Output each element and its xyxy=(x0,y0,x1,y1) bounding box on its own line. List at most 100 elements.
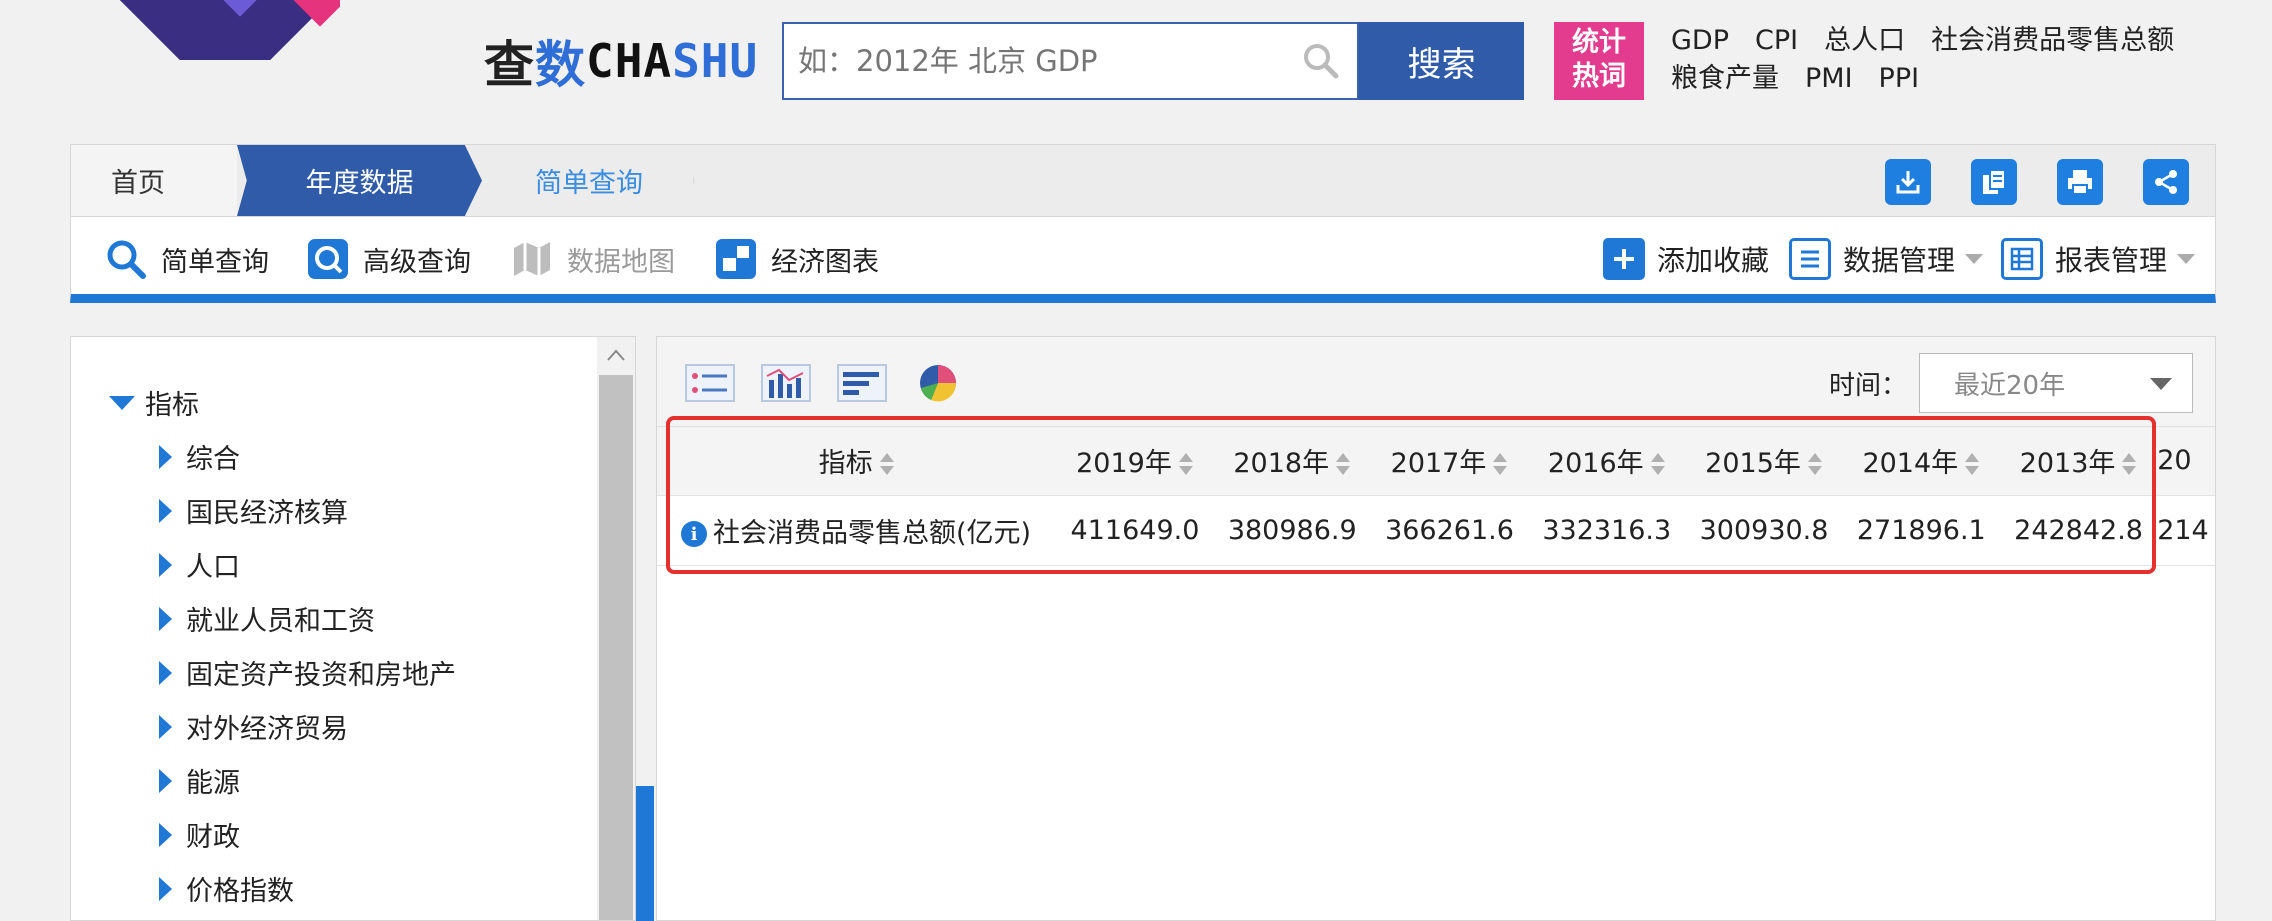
column-header-year-partial[interactable]: 20 xyxy=(2157,427,2215,496)
scroll-up-icon[interactable] xyxy=(597,337,635,373)
hot-link-cpi[interactable]: CPI xyxy=(1755,22,1798,60)
pie-chart-view-icon[interactable] xyxy=(913,363,963,403)
search-input[interactable] xyxy=(784,24,1285,98)
share-icon[interactable] xyxy=(2143,159,2189,205)
data-table: 指标 2019年 2018年 2017年 2016年 2015年 2014年 2… xyxy=(657,427,2215,566)
table-cell: 300930.8 xyxy=(1685,495,1843,566)
chart-grid-icon xyxy=(715,238,757,280)
breadcrumb-home[interactable]: 首页 xyxy=(71,145,237,216)
table-icon xyxy=(2001,238,2043,280)
tree-scrollbar-thumb[interactable] xyxy=(599,375,633,920)
nav-economic-chart[interactable]: 经济图表 xyxy=(715,235,879,283)
info-icon[interactable]: i xyxy=(681,521,707,547)
time-filter-label: 时间： xyxy=(1829,371,1908,401)
breadcrumb-simple-query[interactable]: 简单查询 xyxy=(485,145,695,216)
chevron-down-icon xyxy=(2177,254,2196,264)
hot-link-grain-output[interactable]: 粮食产量 xyxy=(1671,60,1779,98)
logo xyxy=(120,0,340,60)
sort-icon[interactable] xyxy=(1335,452,1351,478)
column-header-year[interactable]: 2016年 xyxy=(1528,427,1686,496)
breadcrumb-year-data[interactable]: 年度数据 xyxy=(237,145,482,216)
print-icon[interactable] xyxy=(2057,159,2103,205)
column-header-year[interactable]: 2013年 xyxy=(1999,427,2158,496)
data-panel: 时间： 最近20年 指标 2019年 2018年 2017年 2016年 201… xyxy=(656,336,2216,921)
column-header-year[interactable]: 2018年 xyxy=(1213,427,1371,496)
download-icon[interactable] xyxy=(1885,159,1931,205)
tree-item-fixed-assets[interactable]: 固定资产投资和房地产 xyxy=(159,653,456,692)
nav-data-map[interactable]: 数据地图 xyxy=(511,235,675,283)
tree-item-price-index[interactable]: 价格指数 xyxy=(159,869,294,908)
tree-root-indicators[interactable]: 指标 xyxy=(109,383,199,422)
tree-item-population[interactable]: 人口 xyxy=(159,545,240,584)
tree-item-foreign-trade[interactable]: 对外经济贸易 xyxy=(159,707,348,746)
chevron-down-icon xyxy=(2150,378,2172,390)
sort-icon[interactable] xyxy=(1178,452,1194,478)
copy-icon[interactable] xyxy=(1971,159,2017,205)
hot-link-population[interactable]: 总人口 xyxy=(1824,22,1905,60)
sort-icon[interactable] xyxy=(1650,452,1666,478)
search-button[interactable]: 搜索 xyxy=(1359,22,1524,100)
sort-icon[interactable] xyxy=(2121,452,2137,478)
column-header-year[interactable]: 2017年 xyxy=(1370,427,1529,496)
column-header-year[interactable]: 2019年 xyxy=(1056,427,1214,496)
table-row: i 社会消费品零售总额(亿元) 411649.0 380986.9 366261.… xyxy=(657,495,2215,566)
sort-icon[interactable] xyxy=(1492,452,1508,478)
hot-link-ppi[interactable]: PPI xyxy=(1879,60,1920,98)
collapsed-triangle-icon xyxy=(159,822,172,847)
collapsed-triangle-icon xyxy=(159,498,172,523)
report-manage-dropdown[interactable]: 报表管理 xyxy=(2001,235,2196,283)
column-header-indicator[interactable]: 指标 xyxy=(657,427,1057,496)
collapsed-triangle-icon xyxy=(159,876,172,901)
table-cell: 332316.3 xyxy=(1528,495,1686,566)
data-table-container: 指标 2019年 2018年 2017年 2016年 2015年 2014年 2… xyxy=(657,427,2215,566)
table-cell: 380986.9 xyxy=(1213,495,1371,566)
collapsed-triangle-icon xyxy=(159,714,172,739)
sort-icon[interactable] xyxy=(879,452,895,478)
indicator-tree-panel: 指标 综合 国民经济核算 人口 就业人员和工资 固定资产投资和房地产 对外经济贸… xyxy=(70,336,636,921)
brand-logo[interactable]: 查数 CHA SHU xyxy=(484,30,758,94)
plus-icon xyxy=(1603,238,1645,280)
hot-link-pmi[interactable]: PMI xyxy=(1805,60,1853,98)
add-favorite-button[interactable]: 添加收藏 xyxy=(1603,235,1769,283)
nav-advanced-query[interactable]: 高级查询 xyxy=(307,235,471,283)
hot-link-retail-sales[interactable]: 社会消费品零售总额 xyxy=(1931,22,2174,60)
hot-words-links: GDP CPI 总人口 社会消费品零售总额粮食产量 PMI PPI xyxy=(1671,22,2231,98)
tree-item-finance[interactable]: 财政 xyxy=(159,815,240,854)
query-nav-bar: 简单查询 高级查询 数据地图 经济图表 添加收藏 数据管理 报表管理 xyxy=(70,217,2216,303)
tree-item-comprehensive[interactable]: 综合 xyxy=(159,437,240,476)
time-range-select[interactable]: 最近20年 xyxy=(1919,353,2193,413)
sort-icon[interactable] xyxy=(1964,452,1980,478)
magnifier-icon xyxy=(105,238,147,280)
view-toolbar: 时间： 最近20年 xyxy=(657,337,2215,427)
map-icon xyxy=(511,238,553,280)
table-cell: 411649.0 xyxy=(1056,495,1214,566)
collapsed-triangle-icon xyxy=(159,606,172,631)
table-view-icon[interactable] xyxy=(685,363,735,403)
column-header-year[interactable]: 2015年 xyxy=(1685,427,1843,496)
nav-simple-query[interactable]: 简单查询 xyxy=(105,235,269,283)
advanced-search-icon xyxy=(307,238,349,280)
tree-item-energy[interactable]: 能源 xyxy=(159,761,240,800)
table-cell-partial: 214 xyxy=(2157,495,2215,566)
hot-words-badge: 统计 热词 xyxy=(1554,22,1644,100)
breadcrumb: 首页 年度数据 简单查询 xyxy=(70,144,2216,217)
chevron-down-icon xyxy=(1965,254,1984,264)
collapsed-triangle-icon xyxy=(159,552,172,577)
table-cell: 366261.6 xyxy=(1370,495,1529,566)
hot-link-gdp[interactable]: GDP xyxy=(1671,22,1729,60)
table-cell: 242842.8 xyxy=(1999,495,2158,566)
data-manage-dropdown[interactable]: 数据管理 xyxy=(1789,235,1984,283)
collapsed-triangle-icon xyxy=(159,444,172,469)
column-header-year[interactable]: 2014年 xyxy=(1842,427,2000,496)
tree-item-employment-wages[interactable]: 就业人员和工资 xyxy=(159,599,375,638)
table-header-row: 指标 2019年 2018年 2017年 2016年 2015年 2014年 2… xyxy=(657,427,2215,496)
sort-icon[interactable] xyxy=(1807,452,1823,478)
panel-scroll-indicator[interactable] xyxy=(636,786,654,921)
bar-chart-view-icon[interactable] xyxy=(761,363,811,403)
collapsed-triangle-icon xyxy=(159,768,172,793)
expanded-triangle-icon xyxy=(109,395,135,410)
tree-item-national-accounts[interactable]: 国民经济核算 xyxy=(159,491,348,530)
toolbar-icons xyxy=(1885,159,2189,205)
horizontal-bar-view-icon[interactable] xyxy=(837,363,887,403)
search-icon[interactable] xyxy=(1285,24,1357,98)
